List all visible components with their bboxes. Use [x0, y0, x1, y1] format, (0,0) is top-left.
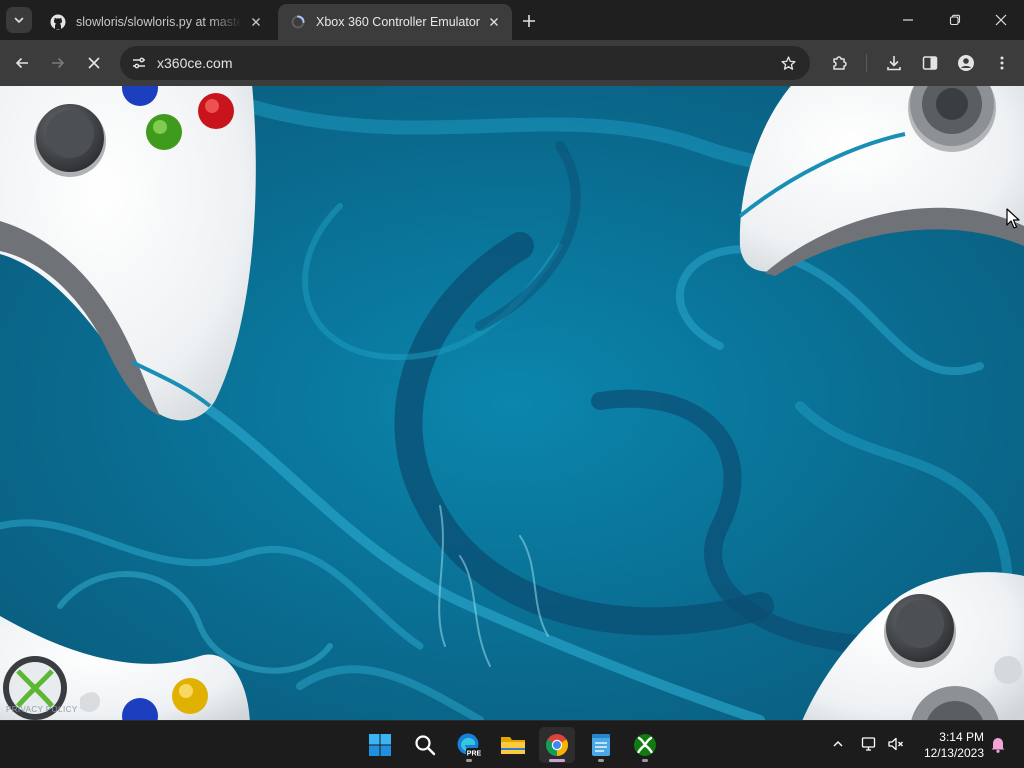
folder-icon — [501, 737, 525, 754]
page-content: PRIVACY POLICY — [0, 86, 1024, 720]
network-icon — [861, 737, 876, 751]
running-indicator — [466, 759, 472, 762]
speaker-muted-icon — [888, 737, 903, 751]
person-icon — [958, 55, 974, 71]
restore-icon — [949, 14, 961, 26]
restore-button[interactable] — [941, 6, 969, 34]
show-hidden-icons-button[interactable] — [826, 731, 850, 757]
stop-loading-button[interactable] — [80, 49, 108, 77]
tab-title: Xbox 360 Controller Emulator — [316, 15, 480, 29]
chrome-icon — [546, 734, 568, 756]
controller-background-art — [0, 86, 1024, 720]
bookmark-star-button[interactable] — [778, 53, 798, 73]
taskbar-notepad[interactable] — [583, 727, 619, 763]
network-status[interactable] — [858, 731, 882, 757]
tab-strip: slowloris/slowloris.py at master Xbox 36… — [0, 0, 1024, 40]
close-icon — [490, 18, 498, 26]
bell-icon — [991, 738, 1005, 753]
minimize-button[interactable] — [894, 6, 922, 34]
arrow-right-icon — [52, 57, 65, 69]
tune-icon[interactable] — [130, 54, 148, 72]
extensions-button[interactable] — [826, 49, 854, 77]
github-icon — [50, 14, 66, 30]
downloads-button[interactable] — [880, 49, 908, 77]
minimize-icon — [903, 19, 913, 21]
puzzle-icon — [833, 56, 847, 70]
close-icon — [88, 57, 100, 69]
taskbar-chrome[interactable] — [539, 727, 575, 763]
star-icon — [780, 55, 796, 70]
xbox-icon — [634, 734, 656, 756]
arrow-left-icon — [15, 57, 28, 69]
system-clock[interactable]: 3:14 PM 12/13/2023 — [916, 729, 984, 761]
side-panel-button[interactable] — [916, 49, 944, 77]
windows-taskbar: PRE 3:14 PM 12/13/2023 — [0, 720, 1024, 768]
chevron-down-icon — [14, 17, 24, 24]
volume-status[interactable] — [884, 731, 908, 757]
taskbar-xbox[interactable] — [627, 727, 663, 763]
menu-button[interactable] — [988, 49, 1016, 77]
tab-title: slowloris/slowloris.py at master — [76, 15, 242, 29]
taskbar-start[interactable] — [362, 727, 398, 763]
url-text[interactable]: x360ce.com — [157, 55, 232, 71]
active-indicator — [549, 759, 565, 762]
tab-github[interactable]: slowloris/slowloris.py at master — [38, 4, 274, 40]
notepad-icon — [592, 734, 610, 756]
taskbar-search[interactable] — [407, 727, 443, 763]
windows-icon — [369, 734, 391, 756]
toolbar-divider — [866, 54, 867, 72]
clock-time: 3:14 PM — [939, 730, 984, 744]
browser-toolbar: x360ce.com — [0, 40, 1024, 86]
taskbar-edge-preview[interactable]: PRE — [451, 727, 487, 763]
download-icon — [887, 56, 901, 71]
mouse-cursor-icon — [1006, 208, 1020, 229]
clock-date: 12/13/2023 — [923, 746, 984, 760]
plus-icon — [523, 15, 535, 27]
new-tab-button[interactable] — [518, 10, 540, 32]
tab-x360ce[interactable]: Xbox 360 Controller Emulator — [278, 4, 512, 40]
forward-button[interactable] — [44, 49, 72, 77]
running-indicator — [642, 759, 648, 762]
notifications-button[interactable] — [986, 731, 1010, 757]
chevron-up-icon — [833, 741, 843, 747]
close-tab-button[interactable] — [486, 14, 502, 30]
loading-spinner-icon — [291, 15, 305, 29]
close-icon — [995, 14, 1007, 26]
privacy-policy-link[interactable]: PRIVACY POLICY — [6, 705, 78, 714]
search-icon — [415, 735, 436, 756]
side-panel-icon — [922, 56, 938, 70]
more-vert-icon — [1000, 56, 1004, 70]
close-window-button[interactable] — [987, 6, 1015, 34]
back-button[interactable] — [8, 49, 36, 77]
taskbar-file-explorer[interactable] — [495, 727, 531, 763]
address-bar[interactable]: x360ce.com — [120, 46, 810, 80]
close-tab-button[interactable] — [248, 14, 264, 30]
running-indicator — [598, 759, 604, 762]
edge-pre-badge: PRE — [467, 750, 482, 757]
tab-search-button[interactable] — [6, 7, 32, 33]
close-icon — [252, 18, 260, 26]
profile-button[interactable] — [952, 49, 980, 77]
edge-pre-icon: PRE — [457, 733, 482, 757]
